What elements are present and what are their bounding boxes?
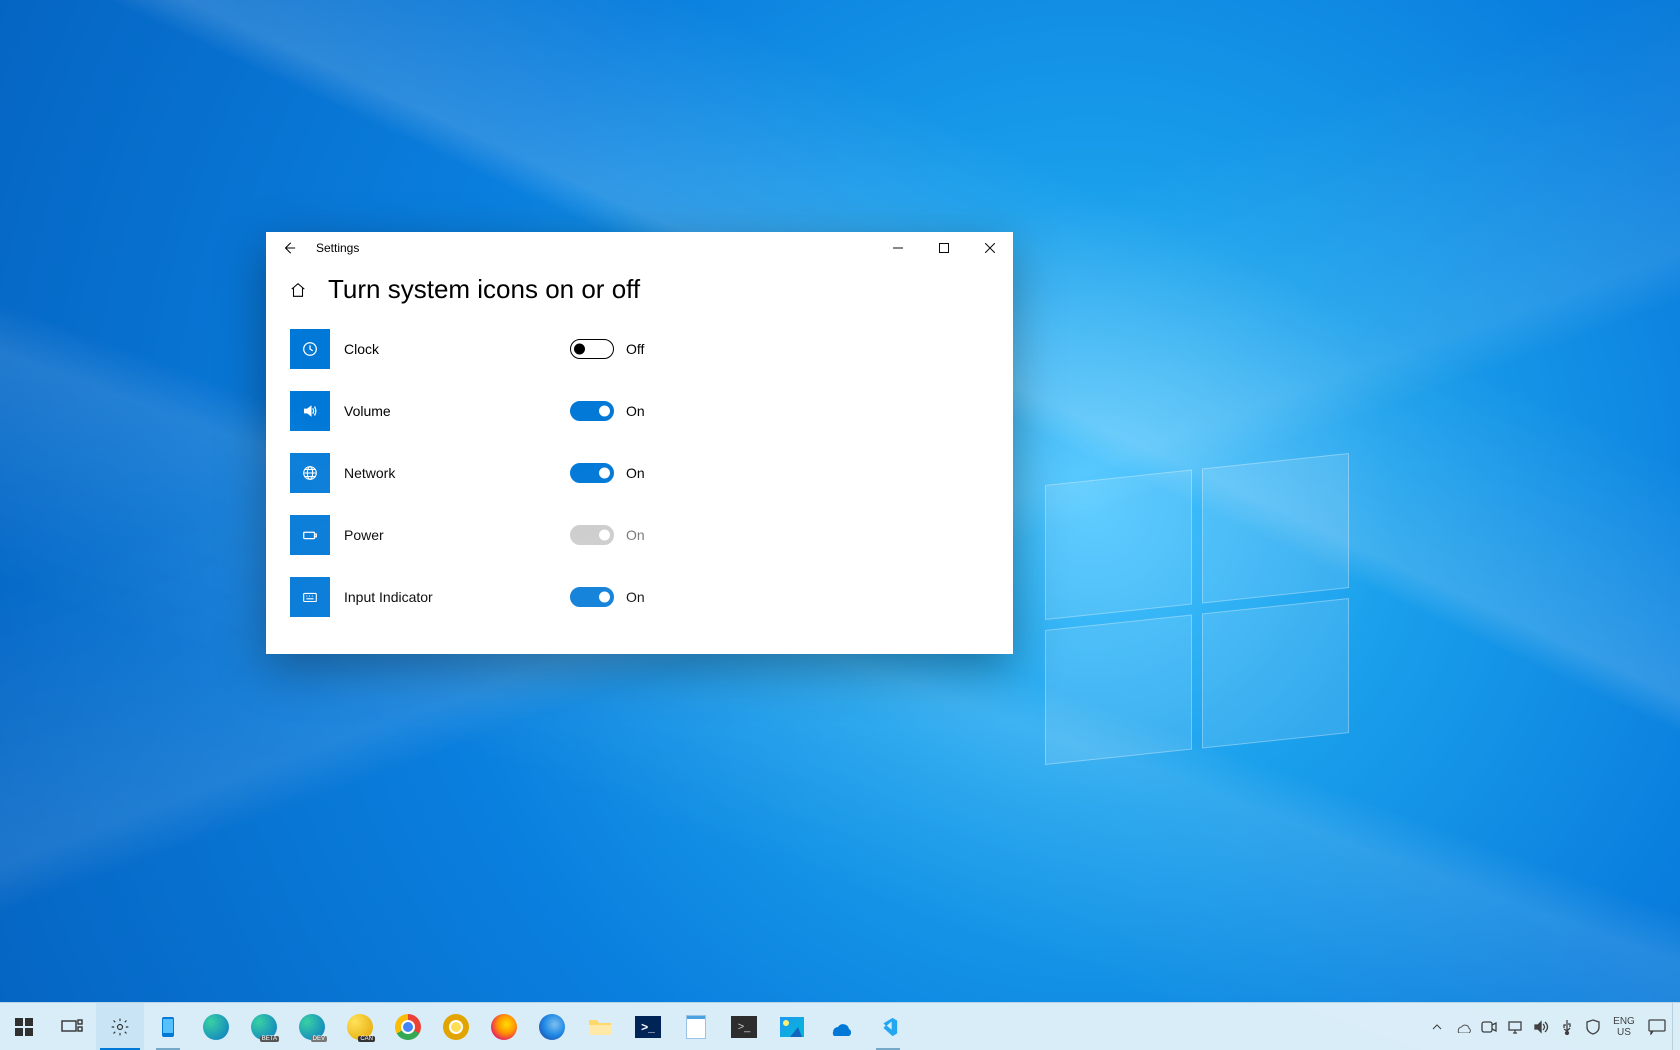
toggle-volume[interactable] <box>570 401 614 421</box>
settings-window: Settings Turn system icons on or off <box>266 232 1013 654</box>
tray-onedrive-icon[interactable] <box>1450 1003 1476 1050</box>
back-button[interactable] <box>266 232 312 264</box>
window-title: Settings <box>312 241 359 255</box>
taskbar-app-edge[interactable] <box>192 1003 240 1050</box>
taskbar-app-chrome[interactable] <box>384 1003 432 1050</box>
toggle-state-label: On <box>626 403 645 419</box>
minimize-button[interactable] <box>875 232 921 264</box>
taskbar-app-firefox-dev[interactable] <box>528 1003 576 1050</box>
tray-language-bottom: US <box>1606 1027 1642 1038</box>
taskbar-app-file-explorer[interactable] <box>576 1003 624 1050</box>
toggle-clock[interactable] <box>570 339 614 359</box>
taskbar-app-firefox[interactable] <box>480 1003 528 1050</box>
option-label: Volume <box>330 403 570 419</box>
keyboard-icon <box>290 577 330 617</box>
tray-security-icon[interactable] <box>1580 1003 1606 1050</box>
start-button[interactable] <box>0 1003 48 1050</box>
gear-icon <box>110 1017 130 1037</box>
toggle-state-label: Off <box>626 341 644 357</box>
home-button[interactable] <box>288 280 308 300</box>
tray-volume-icon[interactable] <box>1528 1003 1554 1050</box>
option-label: Clock <box>330 341 570 357</box>
taskbar: BETA DEV CAN >_ >_ <box>0 1002 1680 1050</box>
task-view-button[interactable] <box>48 1003 96 1050</box>
page-title: Turn system icons on or off <box>328 274 640 305</box>
taskbar-app-settings[interactable] <box>96 1003 144 1050</box>
titlebar[interactable]: Settings <box>266 232 1013 264</box>
tray-usb-icon[interactable] <box>1554 1003 1580 1050</box>
toggle-state-label: On <box>626 465 645 481</box>
network-icon <box>290 453 330 493</box>
toggle-input-indicator[interactable] <box>570 587 614 607</box>
tray-overflow-button[interactable] <box>1424 1003 1450 1050</box>
windows-logo-wallpaper <box>1045 453 1349 765</box>
taskbar-app-powershell[interactable]: >_ <box>624 1003 672 1050</box>
option-row-input-indicator: Input Indicator On <box>290 577 991 617</box>
volume-icon <box>290 391 330 431</box>
maximize-button[interactable] <box>921 232 967 264</box>
show-desktop-button[interactable] <box>1672 1003 1678 1050</box>
toggle-power <box>570 525 614 545</box>
system-tray: ENG US <box>1424 1003 1680 1050</box>
tray-language-top: ENG <box>1606 1016 1642 1027</box>
desktop-wallpaper: Settings Turn system icons on or off <box>0 0 1680 1050</box>
option-row-network: Network On <box>290 453 991 493</box>
taskbar-app-onedrive[interactable] <box>816 1003 864 1050</box>
toggle-state-label: On <box>626 527 645 543</box>
taskbar-app-photos[interactable] <box>768 1003 816 1050</box>
taskbar-app-your-phone[interactable] <box>144 1003 192 1050</box>
toggle-network[interactable] <box>570 463 614 483</box>
tray-meet-now-icon[interactable] <box>1476 1003 1502 1050</box>
taskbar-app-vscode[interactable] <box>864 1003 912 1050</box>
taskbar-app-edge-dev[interactable]: DEV <box>288 1003 336 1050</box>
option-row-volume: Volume On <box>290 391 991 431</box>
taskbar-app-notepad[interactable] <box>672 1003 720 1050</box>
taskbar-app-edge-beta[interactable]: BETA <box>240 1003 288 1050</box>
system-icon-option-list: Clock Off Volume On <box>288 329 991 617</box>
close-button[interactable] <box>967 232 1013 264</box>
option-label: Input Indicator <box>330 589 570 605</box>
taskbar-app-terminal[interactable]: >_ <box>720 1003 768 1050</box>
power-icon <box>290 515 330 555</box>
tray-language-indicator[interactable]: ENG US <box>1606 1016 1642 1038</box>
option-row-power: Power On <box>290 515 991 555</box>
taskbar-app-chrome-canary[interactable] <box>432 1003 480 1050</box>
taskbar-app-edge-canary[interactable]: CAN <box>336 1003 384 1050</box>
clock-icon <box>290 329 330 369</box>
option-row-clock: Clock Off <box>290 329 991 369</box>
toggle-state-label: On <box>626 589 645 605</box>
option-label: Power <box>330 527 570 543</box>
tray-network-icon[interactable] <box>1502 1003 1528 1050</box>
option-label: Network <box>330 465 570 481</box>
tray-action-center-button[interactable] <box>1642 1003 1672 1050</box>
